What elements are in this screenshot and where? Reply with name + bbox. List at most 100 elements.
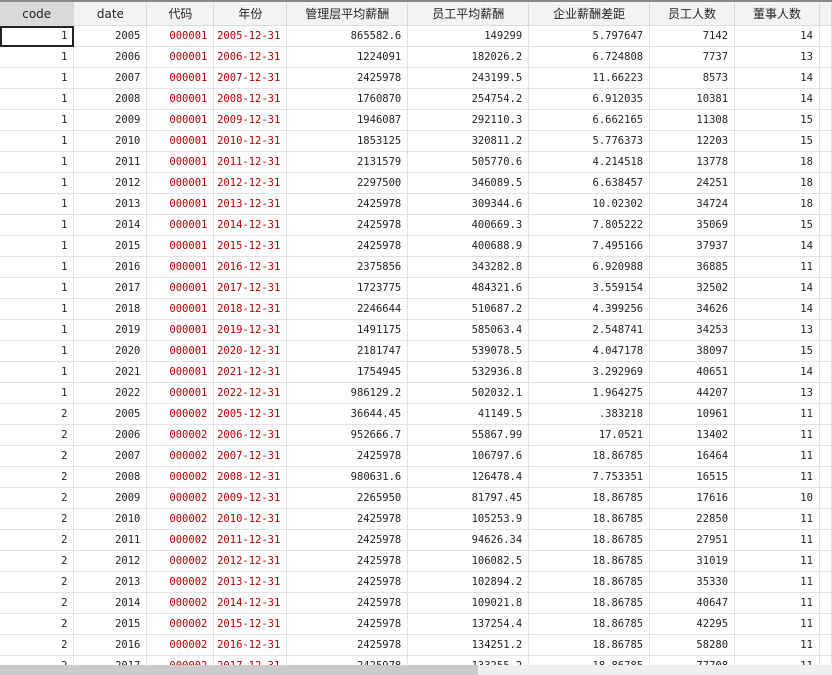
cell-年份[interactable]: 2016-12-31: [213, 634, 288, 656]
cell-董事人数[interactable]: 11: [734, 592, 820, 614]
cell-代码[interactable]: 000001: [146, 277, 215, 299]
cell-员工人数[interactable]: 10961: [649, 403, 736, 425]
cell-代码[interactable]: 000001: [146, 382, 215, 404]
cell-code[interactable]: 2: [0, 592, 75, 614]
cell-date[interactable]: 2008: [73, 466, 148, 488]
cell-管理层平均薪酬[interactable]: 2425978: [286, 214, 409, 236]
cell-code[interactable]: 1: [0, 88, 75, 110]
cell-管理层平均薪酬[interactable]: 1491175: [286, 319, 409, 341]
cell-代码[interactable]: 000001: [146, 172, 215, 194]
cell-员工平均薪酬[interactable]: 254754.2: [407, 88, 530, 110]
cell-员工人数[interactable]: 32502: [649, 277, 736, 299]
cell-代码[interactable]: 000001: [146, 214, 215, 236]
cell-员工平均薪酬[interactable]: 510687.2: [407, 298, 530, 320]
cell-代码[interactable]: 000002: [146, 508, 215, 530]
cell-员工平均薪酬[interactable]: 292110.3: [407, 109, 530, 131]
cell-年份[interactable]: 2007-12-31: [213, 445, 288, 467]
cell-管理层平均薪酬[interactable]: 2425978: [286, 655, 409, 665]
cell-企业薪酬差距[interactable]: 18.86785: [528, 529, 651, 551]
cell-董事人数[interactable]: 11: [734, 424, 820, 446]
cell-date[interactable]: 2006: [73, 46, 148, 68]
cell-员工人数[interactable]: 22850: [649, 508, 736, 530]
cell-员工平均薪酬[interactable]: 539078.5: [407, 340, 530, 362]
cell-date[interactable]: 2017: [73, 655, 148, 665]
cell-code[interactable]: 2: [0, 529, 75, 551]
cell-员工平均薪酬[interactable]: 585063.4: [407, 319, 530, 341]
cell-年份[interactable]: 2010-12-31: [213, 508, 288, 530]
cell-date[interactable]: 2019: [73, 319, 148, 341]
cell-企业薪酬差距[interactable]: 3.292969: [528, 361, 651, 383]
cell-企业薪酬差距[interactable]: 6.920988: [528, 256, 651, 278]
cell-员工人数[interactable]: 7142: [649, 25, 736, 47]
cell-管理层平均薪酬[interactable]: 2425978: [286, 67, 409, 89]
cell-员工平均薪酬[interactable]: 94626.34: [407, 529, 530, 551]
cell-年份[interactable]: 2006-12-31: [213, 46, 288, 68]
cell-代码[interactable]: 000002: [146, 592, 215, 614]
cell-年份[interactable]: 2013-12-31: [213, 571, 288, 593]
cell-员工人数[interactable]: 37937: [649, 235, 736, 257]
cell-董事人数[interactable]: 15: [734, 214, 820, 236]
cell-代码[interactable]: 000001: [146, 46, 215, 68]
cell-员工平均薪酬[interactable]: 400688.9: [407, 235, 530, 257]
cell-员工平均薪酬[interactable]: 105253.9: [407, 508, 530, 530]
cell-代码[interactable]: 000001: [146, 151, 215, 173]
cell-员工平均薪酬[interactable]: 106797.6: [407, 445, 530, 467]
cell-董事人数[interactable]: 13: [734, 382, 820, 404]
cell-员工人数[interactable]: 11308: [649, 109, 736, 131]
cell-年份[interactable]: 2019-12-31: [213, 319, 288, 341]
cell-董事人数[interactable]: 14: [734, 25, 820, 47]
cell-代码[interactable]: 000001: [146, 88, 215, 110]
cell-代码[interactable]: 000002: [146, 655, 215, 665]
cell-企业薪酬差距[interactable]: 18.86785: [528, 592, 651, 614]
scrollbar-thumb[interactable]: [0, 665, 478, 675]
cell-员工平均薪酬[interactable]: 137254.4: [407, 613, 530, 635]
cell-code[interactable]: 1: [0, 151, 75, 173]
cell-date[interactable]: 2005: [73, 25, 148, 47]
cell-员工人数[interactable]: 24251: [649, 172, 736, 194]
cell-管理层平均薪酬[interactable]: 865582.6: [286, 25, 409, 47]
cell-企业薪酬差距[interactable]: 6.724808: [528, 46, 651, 68]
cell-年份[interactable]: 2015-12-31: [213, 235, 288, 257]
cell-年份[interactable]: 2012-12-31: [213, 550, 288, 572]
cell-企业薪酬差距[interactable]: .383218: [528, 403, 651, 425]
cell-代码[interactable]: 000002: [146, 613, 215, 635]
cell-管理层平均薪酬[interactable]: 2425978: [286, 571, 409, 593]
cell-管理层平均薪酬[interactable]: 1723775: [286, 277, 409, 299]
cell-员工平均薪酬[interactable]: 149299: [407, 25, 530, 47]
cell-董事人数[interactable]: 18: [734, 193, 820, 215]
cell-code[interactable]: 1: [0, 340, 75, 362]
cell-管理层平均薪酬[interactable]: 2425978: [286, 508, 409, 530]
cell-代码[interactable]: 000001: [146, 193, 215, 215]
cell-年份[interactable]: 2016-12-31: [213, 256, 288, 278]
cell-企业薪酬差距[interactable]: 6.662165: [528, 109, 651, 131]
cell-管理层平均薪酬[interactable]: 1224091: [286, 46, 409, 68]
cell-董事人数[interactable]: 11: [734, 445, 820, 467]
cell-员工平均薪酬[interactable]: 55867.99: [407, 424, 530, 446]
cell-date[interactable]: 2009: [73, 109, 148, 131]
cell-董事人数[interactable]: 14: [734, 361, 820, 383]
cell-code[interactable]: 1: [0, 25, 75, 47]
cell-董事人数[interactable]: 11: [734, 613, 820, 635]
cell-年份[interactable]: 2011-12-31: [213, 151, 288, 173]
cell-企业薪酬差距[interactable]: 18.86785: [528, 487, 651, 509]
cell-code[interactable]: 1: [0, 277, 75, 299]
cell-code[interactable]: 1: [0, 67, 75, 89]
cell-员工平均薪酬[interactable]: 41149.5: [407, 403, 530, 425]
cell-员工人数[interactable]: 31019: [649, 550, 736, 572]
cell-管理层平均薪酬[interactable]: 2131579: [286, 151, 409, 173]
cell-员工人数[interactable]: 10381: [649, 88, 736, 110]
cell-企业薪酬差距[interactable]: 7.805222: [528, 214, 651, 236]
cell-董事人数[interactable]: 18: [734, 172, 820, 194]
cell-董事人数[interactable]: 11: [734, 403, 820, 425]
horizontal-scrollbar[interactable]: [0, 665, 832, 675]
cell-code[interactable]: 2: [0, 613, 75, 635]
cell-员工平均薪酬[interactable]: 343282.8: [407, 256, 530, 278]
cell-code[interactable]: 2: [0, 403, 75, 425]
cell-员工平均薪酬[interactable]: 81797.45: [407, 487, 530, 509]
cell-员工人数[interactable]: 12203: [649, 130, 736, 152]
column-header[interactable]: 员工人数: [649, 2, 736, 26]
column-header[interactable]: 年份: [213, 2, 288, 26]
cell-代码[interactable]: 000001: [146, 256, 215, 278]
cell-管理层平均薪酬[interactable]: 952666.7: [286, 424, 409, 446]
cell-董事人数[interactable]: 15: [734, 340, 820, 362]
